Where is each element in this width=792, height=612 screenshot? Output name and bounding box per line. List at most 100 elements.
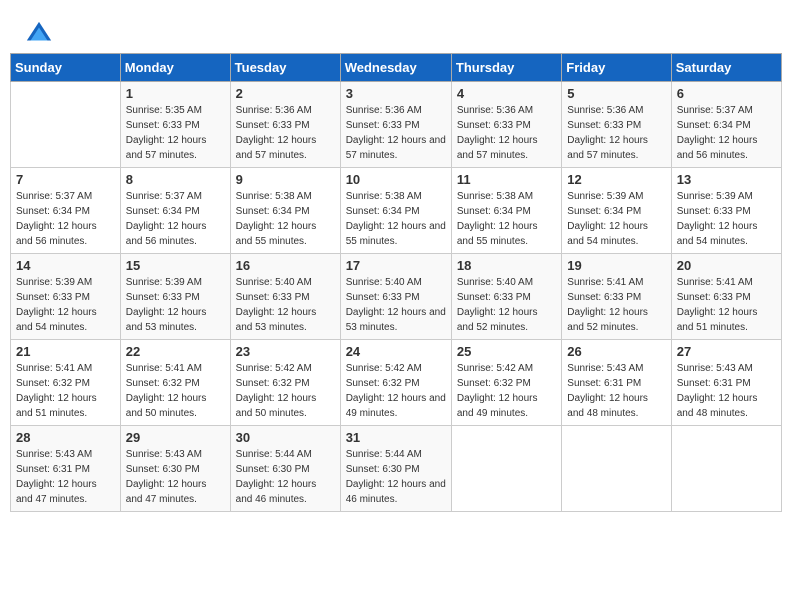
day-number: 21 (16, 344, 115, 359)
cell-info: Sunrise: 5:39 AMSunset: 6:33 PMDaylight:… (126, 275, 225, 335)
cell-info: Sunrise: 5:40 AMSunset: 6:33 PMDaylight:… (457, 275, 556, 335)
calendar-header-saturday: Saturday (671, 54, 781, 82)
cell-info-line: Sunrise: 5:42 AM (346, 361, 446, 376)
cell-info: Sunrise: 5:44 AMSunset: 6:30 PMDaylight:… (346, 447, 446, 507)
cell-info-line: Sunrise: 5:38 AM (457, 189, 556, 204)
cell-info-line: Daylight: 12 hours and 57 minutes. (567, 133, 665, 163)
calendar-cell: 31 Sunrise: 5:44 AMSunset: 6:30 PMDayligh… (340, 426, 451, 512)
cell-info-line: Sunset: 6:34 PM (236, 204, 335, 219)
calendar-cell: 17Sunrise: 5:40 AMSunset: 6:33 PMDayligh… (340, 254, 451, 340)
day-number: 28 (16, 430, 115, 445)
calendar-cell: 3Sunrise: 5:36 AMSunset: 6:33 PMDaylight… (340, 82, 451, 168)
calendar-header-tuesday: Tuesday (230, 54, 340, 82)
cell-info: Sunrise: 5:41 AMSunset: 6:33 PMDaylight:… (567, 275, 665, 335)
cell-info-line: Sunrise: 5:36 AM (457, 103, 556, 118)
cell-info-line: Daylight: 12 hours and 54 minutes. (567, 219, 665, 249)
cell-info: Sunrise: 5:39 AMSunset: 6:33 PMDaylight:… (677, 189, 776, 249)
cell-info-line: Sunset: 6:31 PM (567, 376, 665, 391)
cell-info-line: Sunrise: 5:39 AM (16, 275, 115, 290)
cell-info: Sunrise: 5:43 AMSunset: 6:31 PMDaylight:… (677, 361, 776, 421)
calendar-cell: 5Sunrise: 5:36 AMSunset: 6:33 PMDaylight… (562, 82, 671, 168)
cell-info-line: Sunset: 6:33 PM (236, 290, 335, 305)
cell-info-line: Sunset: 6:32 PM (346, 376, 446, 391)
cell-info-line: Sunrise: 5:42 AM (457, 361, 556, 376)
cell-info-line: Sunset: 6:33 PM (457, 118, 556, 133)
cell-info-line: Sunset: 6:30 PM (236, 462, 335, 477)
cell-info: Sunrise: 5:41 AMSunset: 6:32 PMDaylight:… (16, 361, 115, 421)
cell-info-line: Sunset: 6:33 PM (346, 118, 446, 133)
cell-info-line: Sunset: 6:33 PM (567, 118, 665, 133)
cell-info-line: Sunset: 6:34 PM (126, 204, 225, 219)
cell-info-line: Sunset: 6:33 PM (236, 118, 335, 133)
cell-info-line: Sunrise: 5:44 AM (236, 447, 335, 462)
cell-info-line: Sunrise: 5:43 AM (16, 447, 115, 462)
cell-info-line: Daylight: 12 hours and 53 minutes. (346, 305, 446, 335)
cell-info-line: Sunrise: 5:43 AM (126, 447, 225, 462)
cell-info: Sunrise: 5:36 AMSunset: 6:33 PMDaylight:… (346, 103, 446, 163)
calendar-header-friday: Friday (562, 54, 671, 82)
logo-icon (25, 20, 53, 48)
cell-info-line: Sunrise: 5:35 AM (126, 103, 225, 118)
cell-info: Sunrise: 5:36 AMSunset: 6:33 PMDaylight:… (236, 103, 335, 163)
calendar-cell: 26Sunrise: 5:43 AMSunset: 6:31 PMDayligh… (562, 340, 671, 426)
cell-info-line: Daylight: 12 hours and 46 minutes. (236, 477, 335, 507)
calendar-cell: 11Sunrise: 5:38 AMSunset: 6:34 PMDayligh… (451, 168, 561, 254)
calendar-cell: 27Sunrise: 5:43 AMSunset: 6:31 PMDayligh… (671, 340, 781, 426)
calendar-cell: 6Sunrise: 5:37 AMSunset: 6:34 PMDaylight… (671, 82, 781, 168)
day-number: 15 (126, 258, 225, 273)
cell-info-line: Sunset: 6:32 PM (236, 376, 335, 391)
calendar-cell: 2Sunrise: 5:36 AMSunset: 6:33 PMDaylight… (230, 82, 340, 168)
calendar-cell: 19Sunrise: 5:41 AMSunset: 6:33 PMDayligh… (562, 254, 671, 340)
calendar-cell: 4 Sunrise: 5:36 AMSunset: 6:33 PMDaylight… (451, 82, 561, 168)
cell-info-line: Daylight: 12 hours and 53 minutes. (236, 305, 335, 335)
day-number: 30 (236, 430, 335, 445)
cell-info-line: Daylight: 12 hours and 54 minutes. (677, 219, 776, 249)
cell-info-line: Daylight: 12 hours and 47 minutes. (16, 477, 115, 507)
calendar-week-row: 7Sunrise: 5:37 AMSunset: 6:34 PMDaylight… (11, 168, 782, 254)
day-number: 23 (236, 344, 335, 359)
day-number: 7 (16, 172, 115, 187)
cell-info-line: Sunrise: 5:43 AM (677, 361, 776, 376)
cell-info: Sunrise: 5:38 AMSunset: 6:34 PMDaylight:… (236, 189, 335, 249)
calendar-table: SundayMondayTuesdayWednesdayThursdayFrid… (10, 53, 782, 512)
cell-info-line: Sunset: 6:33 PM (126, 290, 225, 305)
cell-info-line: Daylight: 12 hours and 57 minutes. (457, 133, 556, 163)
cell-info-line: Daylight: 12 hours and 57 minutes. (346, 133, 446, 163)
calendar-cell: 25Sunrise: 5:42 AMSunset: 6:32 PMDayligh… (451, 340, 561, 426)
cell-info-line: Sunset: 6:34 PM (457, 204, 556, 219)
cell-info-line: Sunrise: 5:38 AM (346, 189, 446, 204)
cell-info-line: Daylight: 12 hours and 48 minutes. (677, 391, 776, 421)
cell-info: Sunrise: 5:39 AMSunset: 6:33 PMDaylight:… (16, 275, 115, 335)
calendar-week-row: 14Sunrise: 5:39 AMSunset: 6:33 PMDayligh… (11, 254, 782, 340)
calendar-week-row: 1Sunrise: 5:35 AMSunset: 6:33 PMDaylight… (11, 82, 782, 168)
calendar-week-row: 28Sunrise: 5:43 AMSunset: 6:31 PMDayligh… (11, 426, 782, 512)
cell-info-line: Sunset: 6:32 PM (16, 376, 115, 391)
cell-info-line: Sunrise: 5:41 AM (126, 361, 225, 376)
cell-info-line: Sunset: 6:33 PM (16, 290, 115, 305)
cell-info-line: Daylight: 12 hours and 57 minutes. (126, 133, 225, 163)
day-number: 31 (346, 430, 446, 445)
cell-info: Sunrise: 5:35 AMSunset: 6:33 PMDaylight:… (126, 103, 225, 163)
cell-info-line: Sunset: 6:32 PM (126, 376, 225, 391)
cell-info-line: Sunset: 6:33 PM (346, 290, 446, 305)
calendar-cell (671, 426, 781, 512)
cell-info-line: Sunrise: 5:42 AM (236, 361, 335, 376)
calendar-cell: 14Sunrise: 5:39 AMSunset: 6:33 PMDayligh… (11, 254, 121, 340)
day-number: 4 (457, 86, 556, 101)
cell-info-line: Sunrise: 5:37 AM (677, 103, 776, 118)
cell-info-line: Daylight: 12 hours and 46 minutes. (346, 477, 446, 507)
cell-info-line: Daylight: 12 hours and 53 minutes. (126, 305, 225, 335)
calendar-cell: 9Sunrise: 5:38 AMSunset: 6:34 PMDaylight… (230, 168, 340, 254)
cell-info-line: Sunset: 6:33 PM (457, 290, 556, 305)
cell-info-line: Sunset: 6:33 PM (677, 290, 776, 305)
calendar-cell: 15 Sunrise: 5:39 AMSunset: 6:33 PMDayligh… (120, 254, 230, 340)
day-number: 6 (677, 86, 776, 101)
cell-info: Sunrise: 5:40 AMSunset: 6:33 PMDaylight:… (236, 275, 335, 335)
cell-info-line: Sunrise: 5:41 AM (16, 361, 115, 376)
cell-info-line: Sunrise: 5:38 AM (236, 189, 335, 204)
calendar-cell: 16Sunrise: 5:40 AMSunset: 6:33 PMDayligh… (230, 254, 340, 340)
cell-info: Sunrise: 5:38 AMSunset: 6:34 PMDaylight:… (346, 189, 446, 249)
page-header (10, 10, 782, 53)
calendar-cell: 30 Sunrise: 5:44 AMSunset: 6:30 PMDayligh… (230, 426, 340, 512)
cell-info: Sunrise: 5:44 AMSunset: 6:30 PMDaylight:… (236, 447, 335, 507)
